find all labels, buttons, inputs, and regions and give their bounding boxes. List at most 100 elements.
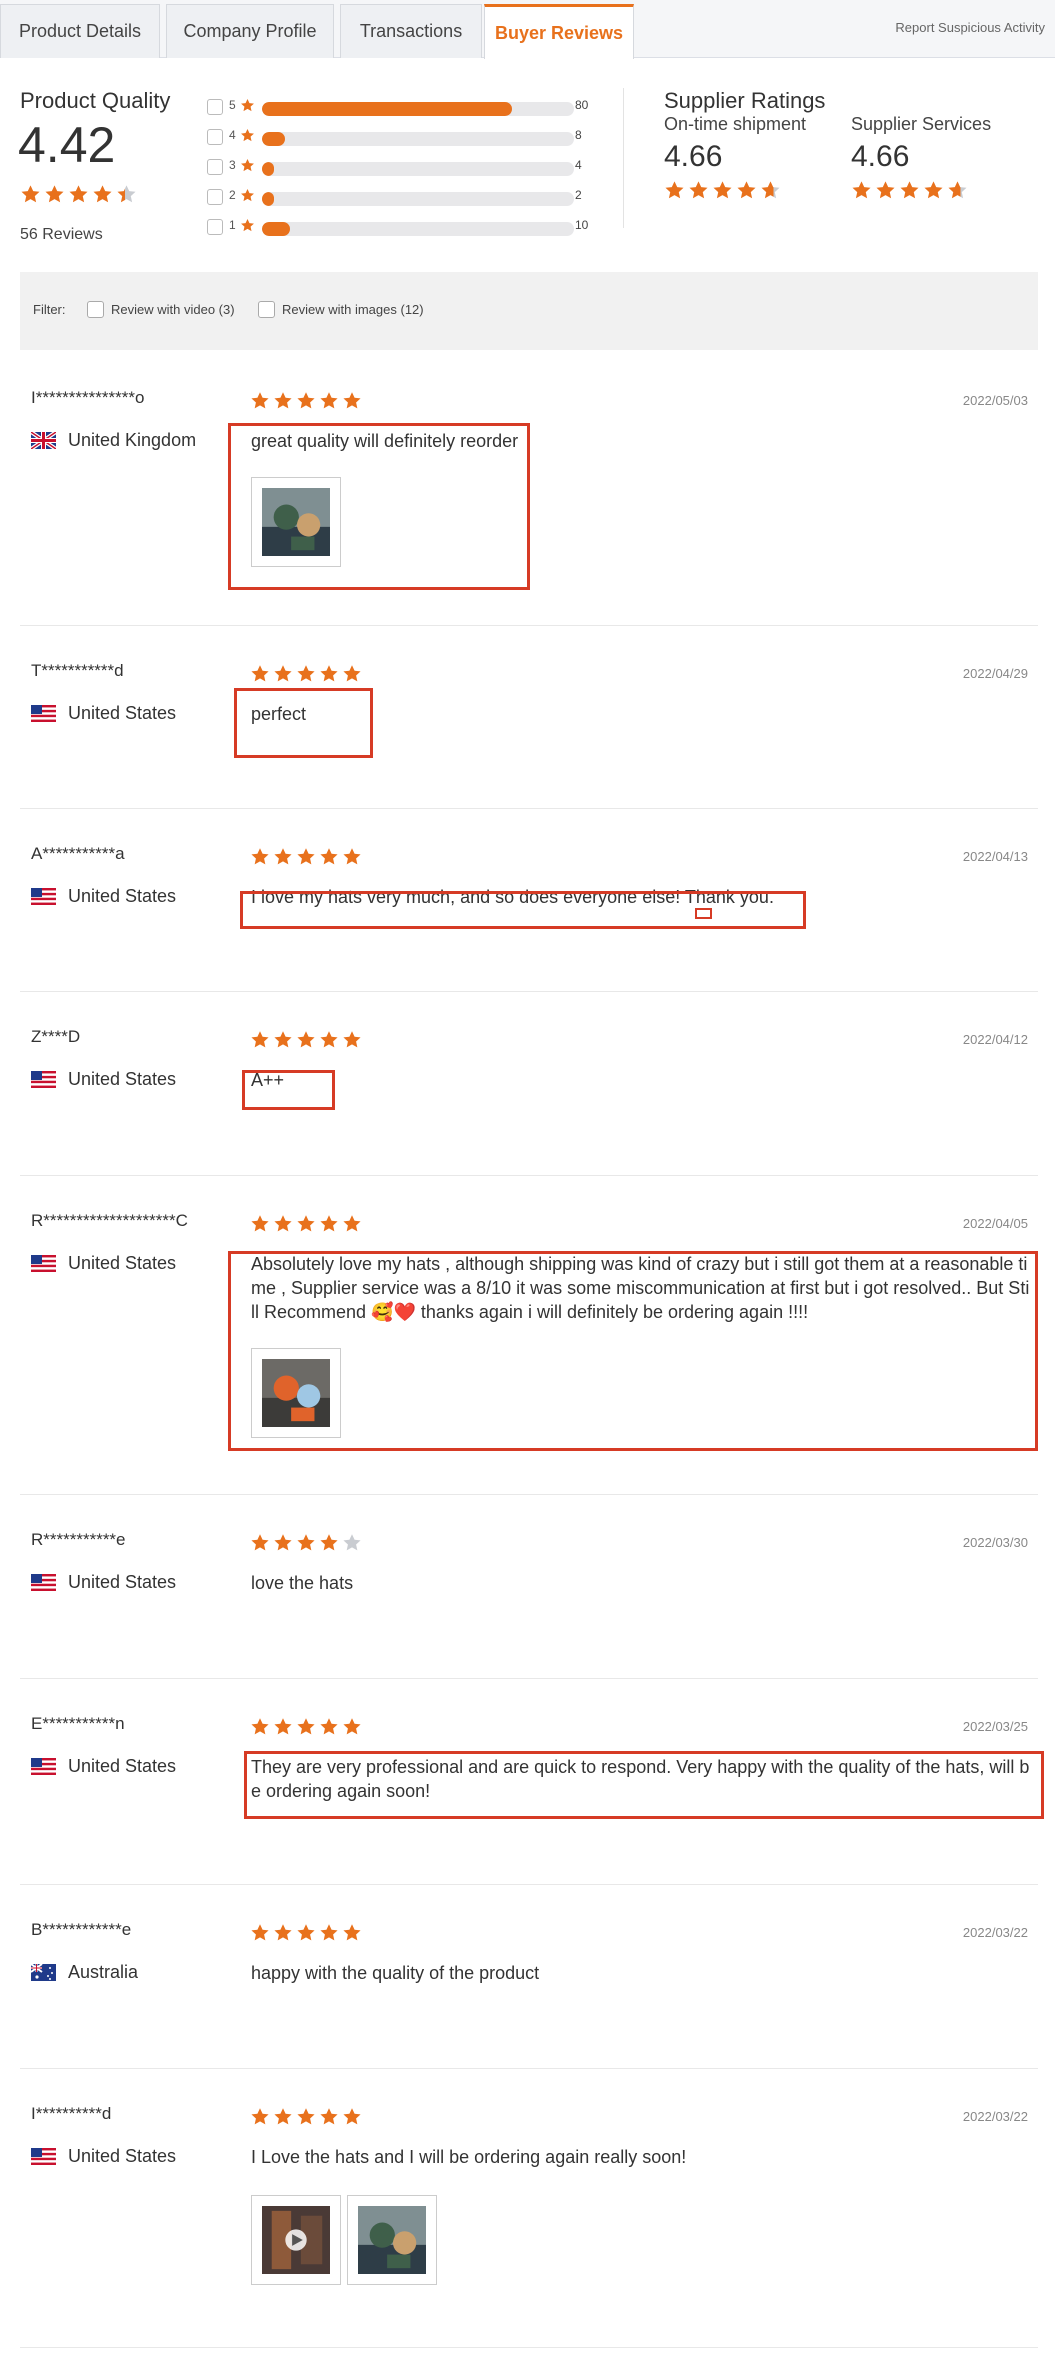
star-icon [320, 665, 338, 682]
star-icon [274, 2108, 292, 2125]
report-suspicious-link[interactable]: Report Suspicious Activity [895, 20, 1045, 35]
review-stars [250, 847, 362, 867]
country-name: United Kingdom [68, 430, 197, 450]
star-icon [274, 1534, 292, 1551]
uk-flag-icon [29, 430, 58, 451]
star-icon [274, 392, 292, 409]
review-video-thumbnail[interactable] [251, 2195, 341, 2285]
star-icon [924, 181, 943, 199]
reviewer-country: United States [31, 1069, 177, 1103]
rating-filter-checkbox[interactable] [207, 159, 223, 175]
review-text: I love my hats very much, and so does ev… [251, 887, 774, 907]
rating-bar-fill [262, 192, 275, 206]
filter-images-checkbox[interactable]: Review with images (12) [258, 301, 424, 318]
review-item: I**********d United States 2022/03/22 I … [20, 2069, 1038, 2348]
star-icon [274, 665, 292, 682]
reviewer-name: B************e [31, 1920, 132, 1939]
review-image-thumbnail[interactable] [347, 2195, 437, 2285]
reviewer-country: Australia [30, 1962, 139, 1983]
star-icon [274, 1718, 292, 1735]
star-icon [343, 1718, 361, 1735]
review-text: happy with the quality of the product [251, 1963, 540, 1983]
review-count: 56 Reviews [20, 226, 103, 243]
review-date: 2022/04/13 [962, 849, 1028, 864]
checkbox[interactable] [258, 301, 275, 318]
star-icon [240, 218, 255, 238]
star-icon [251, 392, 269, 409]
star-icon [343, 392, 361, 409]
review-filter: Filter: Review with video (3) Review wit… [20, 272, 1038, 350]
review-stars [250, 1030, 362, 1050]
star-icon [297, 1718, 315, 1735]
star-icon [297, 1031, 315, 1048]
rating-count: 4 [575, 158, 582, 172]
star-icon [251, 1215, 269, 1232]
filter-option-label: Review with video (3) [111, 302, 235, 317]
ratings-summary: Product Quality 4.42 56 Reviews 5 80 4 8… [0, 58, 1055, 270]
review-date: 2022/03/22 [962, 2109, 1028, 2124]
checkbox[interactable] [87, 301, 104, 318]
rating-bar-fill [262, 162, 275, 176]
on-time-shipment-rating: On-time shipment 4.66 [664, 114, 806, 201]
star-icon [761, 181, 780, 199]
reviewer-name: R********************C [31, 1211, 188, 1230]
review-image-thumbnail[interactable] [251, 1348, 341, 1438]
rating-filter-checkbox[interactable] [207, 219, 223, 235]
star-icon [274, 1215, 292, 1232]
rating-filter-checkbox[interactable] [207, 99, 223, 115]
rating-filter-checkbox[interactable] [207, 129, 223, 145]
reviewer-country: United States [31, 1253, 176, 1287]
rating-row-3: 3 4 [207, 153, 607, 183]
tab-buyer-reviews[interactable]: Buyer Reviews [484, 4, 634, 59]
star-icon [320, 1924, 338, 1941]
country-name: United States [68, 886, 177, 906]
review-media [251, 1348, 341, 1438]
star-icon [251, 1534, 269, 1551]
us-flag-icon [31, 1255, 56, 1287]
reviewer-name: Z****D [31, 1027, 81, 1046]
country-name: United States [68, 1069, 177, 1089]
star-icon [251, 1718, 269, 1735]
review-text: A++ [251, 1070, 285, 1090]
rating-distribution: 5 80 4 8 3 4 2 2 1 10 [207, 93, 607, 243]
star-icon [274, 848, 292, 865]
reviewer-country: United States [31, 2146, 176, 2180]
supplier-services-rating: Supplier Services 4.66 [851, 114, 991, 201]
review-date: 2022/05/03 [962, 393, 1028, 408]
star-icon [343, 848, 361, 865]
rating-row-1: 1 10 [207, 213, 607, 243]
filter-option-label: Review with images (12) [282, 302, 424, 317]
tab-transactions[interactable]: Transactions [340, 4, 482, 58]
filter-video-checkbox[interactable]: Review with video (3) [87, 301, 235, 318]
us-flag-icon [31, 2148, 56, 2180]
rating-stars [664, 180, 806, 201]
review-stars [250, 391, 362, 411]
reviewer-name: T***********d [31, 661, 124, 680]
review-item: R********************C United States 202… [20, 1176, 1038, 1495]
rating-filter-checkbox[interactable] [207, 189, 223, 205]
us-flag-icon [31, 888, 56, 920]
star-icon [297, 1534, 315, 1551]
rating-label: On-time shipment [664, 114, 807, 134]
reviewer-country: United States [31, 703, 176, 737]
star-icon [343, 1031, 361, 1048]
tab-company-profile[interactable]: Company Profile [166, 4, 334, 58]
review-image-thumbnail[interactable] [251, 477, 341, 567]
rating-star-number: 1 [229, 218, 236, 232]
rating-bar-track [262, 222, 574, 236]
country-name: Australia [68, 1962, 139, 1982]
tab-product-details[interactable]: Product Details [0, 4, 160, 58]
star-icon [665, 181, 684, 199]
review-item: I***************o United Kingdom 2022/05… [20, 353, 1038, 626]
review-item: A***********a United States 2022/04/13 I… [20, 809, 1038, 992]
star-icon [297, 2108, 315, 2125]
review-date: 2022/04/29 [962, 666, 1028, 681]
star-icon [251, 1924, 269, 1941]
review-text: perfect [251, 704, 307, 724]
country-name: United States [68, 1572, 177, 1592]
star-icon [251, 2108, 269, 2125]
star-icon [274, 1924, 292, 1941]
review-item: E***********n United States 2022/03/25 T… [20, 1679, 1044, 1885]
review-stars [250, 1533, 362, 1553]
star-icon [251, 665, 269, 682]
